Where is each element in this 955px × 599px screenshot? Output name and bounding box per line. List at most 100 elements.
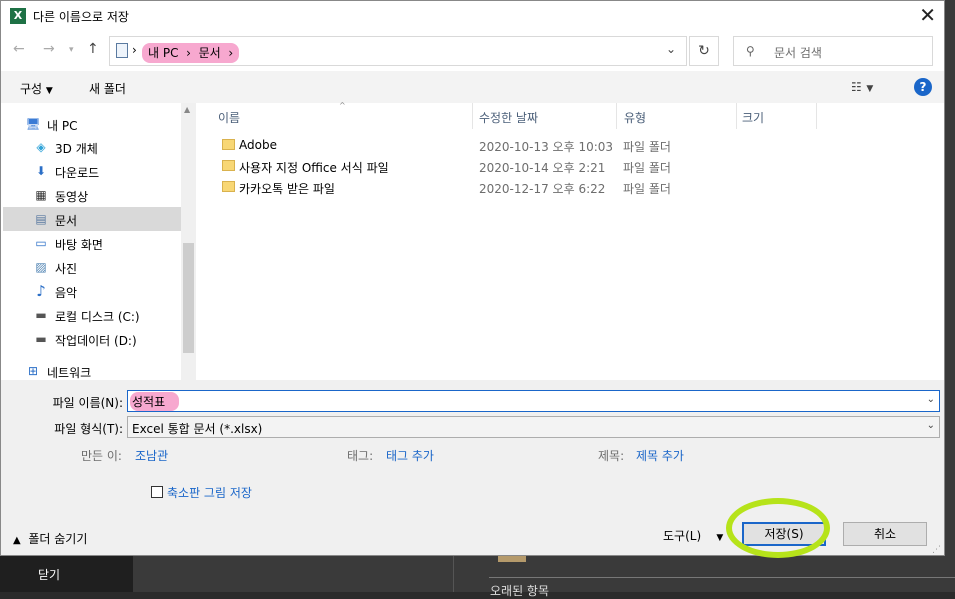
nav-item-label: 로컬 디스크 (C:) [55, 310, 140, 324]
folder-icon [222, 139, 235, 150]
hide-folders-button[interactable]: ▲ 폴더 숨기기 [13, 530, 87, 547]
organize-button[interactable]: 구성 ▼ [20, 80, 53, 97]
hide-folders-label: 폴더 숨기기 [28, 532, 88, 546]
column-header-type[interactable]: 유형 [624, 109, 646, 126]
filetype-value: Excel 통합 문서 (*.xlsx) [132, 422, 263, 436]
nav-item-videos[interactable]: ▦ 동영상 [3, 183, 181, 207]
folder-icon [222, 160, 235, 171]
nav-item-downloads[interactable]: ⬇ 다운로드 [3, 159, 181, 183]
nav-item-label: 작업데이터 (D:) [55, 334, 137, 348]
nav-item-this-pc[interactable]: 🖥 내 PC [3, 112, 181, 136]
drive-icon: ▬ [35, 332, 47, 346]
file-modified: 2020-12-17 오후 6:22 [479, 182, 606, 196]
command-bar: 구성 ▼ 새 폴더 ☷ ▼ ? [1, 71, 944, 104]
breadcrumb-separator-icon[interactable]: › [132, 43, 137, 57]
back-arrow-icon[interactable]: ← [13, 41, 25, 57]
network-icon: ⊞ [27, 364, 39, 378]
tools-button[interactable]: 도구(L) ▼ [663, 527, 723, 544]
scrollbar-thumb[interactable] [183, 243, 194, 353]
filename-field[interactable]: 성적표 ⌄ [127, 390, 940, 412]
file-type: 파일 폴더 [623, 140, 671, 154]
recent-locations-chevron-icon[interactable]: ▾ [69, 45, 74, 55]
cancel-button[interactable]: 취소 [843, 522, 927, 546]
filetype-label: 파일 형식(T): [54, 422, 123, 436]
chevron-down-icon: ▼ [716, 533, 724, 543]
background-close-panel[interactable]: 닫기 [0, 556, 133, 592]
breadcrumb-this-pc[interactable]: 내 PC [148, 46, 178, 60]
nav-item-label: 내 PC [47, 119, 78, 133]
nav-item-desktop[interactable]: ▭ 바탕 화면 [3, 231, 181, 255]
close-icon[interactable]: ✕ [919, 3, 936, 27]
resize-grip-icon[interactable]: ⋰ [932, 545, 941, 555]
file-name: 카카오톡 받은 파일 [239, 182, 335, 196]
nav-item-label: 문서 [55, 214, 78, 228]
nav-item-pictures[interactable]: ▨ 사진 [3, 255, 181, 279]
navigation-row: ← → ▾ ↑ › 내 PC › 문서 › ⌄ ↻ ⚲ 문서 검색 [1, 31, 944, 71]
file-type: 파일 폴더 [623, 182, 671, 196]
desktop-icon: ▭ [35, 236, 47, 250]
nav-item-music[interactable]: ♪ 음악 [3, 279, 181, 303]
nav-item-label: 바탕 화면 [55, 238, 103, 252]
background-panel [133, 556, 453, 592]
chevron-down-icon[interactable]: ⌄ [927, 420, 935, 431]
scroll-up-icon[interactable]: ▲ [184, 105, 190, 114]
save-thumbnail-label[interactable]: 축소판 그림 저장 [167, 484, 252, 501]
up-arrow-icon[interactable]: ↑ [87, 41, 99, 57]
chevron-down-icon[interactable]: ⌄ [927, 394, 935, 405]
navigation-pane: 🖥 내 PC ◈ 3D 개체 ⬇ 다운로드 ▦ 동영상 ▤ 문서 ▭ 바탕 화면… [1, 103, 181, 380]
file-type: 파일 폴더 [623, 161, 671, 175]
file-modified: 2020-10-14 오후 2:21 [479, 161, 606, 175]
new-folder-button[interactable]: 새 폴더 [89, 80, 126, 97]
navigation-scrollbar[interactable]: ▲ [181, 103, 196, 380]
filetype-select[interactable]: Excel 통합 문서 (*.xlsx) ⌄ [127, 416, 940, 438]
tags-input[interactable]: 태그 추가 [386, 447, 434, 464]
title-label: 제목: [598, 449, 625, 463]
title-input[interactable]: 제목 추가 [636, 447, 684, 464]
search-placeholder[interactable]: 문서 검색 [774, 44, 822, 61]
music-icon: ♪ [36, 282, 46, 300]
nav-item-label: 음악 [55, 286, 78, 300]
filename-value[interactable]: 성적표 [130, 392, 180, 411]
file-modified: 2020-10-13 오후 10:03 [479, 140, 614, 154]
breadcrumb-separator-icon[interactable]: › [225, 46, 233, 60]
help-icon[interactable]: ? [914, 78, 932, 96]
column-divider[interactable] [816, 103, 817, 129]
save-as-dialog: X 다른 이름으로 저장 ✕ ← → ▾ ↑ › 내 PC › 문서 › ⌄ ↻… [0, 0, 945, 556]
file-row[interactable]: Adobe 2020-10-13 오후 10:03 파일 폴더 [216, 136, 916, 156]
breadcrumb-highlight: 내 PC › 문서 › [142, 43, 240, 63]
nav-item-data-d[interactable]: ▬ 작업데이터 (D:) [3, 327, 181, 351]
nav-item-label: 동영상 [55, 190, 89, 204]
refresh-button[interactable]: ↻ [689, 36, 719, 66]
background-close-label[interactable]: 닫기 [38, 566, 60, 583]
nav-item-documents[interactable]: ▤ 문서 [3, 207, 181, 231]
filename-label: 파일 이름(N): [52, 396, 123, 410]
nav-item-3d-objects[interactable]: ◈ 3D 개체 [3, 135, 181, 159]
nav-item-label: 다운로드 [55, 166, 100, 180]
column-header-modified[interactable]: 수정한 날짜 [479, 109, 538, 126]
search-box[interactable]: ⚲ 문서 검색 [733, 36, 933, 66]
document-location-icon [116, 43, 128, 58]
save-thumbnail-checkbox[interactable] [151, 486, 163, 498]
file-row[interactable]: 카카오톡 받은 파일 2020-12-17 오후 6:22 파일 폴더 [216, 178, 916, 198]
column-divider[interactable] [472, 103, 473, 129]
video-icon: ▦ [35, 188, 47, 202]
nav-item-label: 3D 개체 [55, 142, 98, 156]
breadcrumb-separator-icon[interactable]: › [182, 46, 194, 60]
annotation-circle [726, 498, 830, 558]
breadcrumb-documents[interactable]: 문서 [199, 46, 221, 60]
author-value[interactable]: 조남관 [135, 447, 168, 464]
file-row[interactable]: 사용자 지정 Office 서식 파일 2020-10-14 오후 2:21 파… [216, 157, 916, 177]
pc-icon: 🖥 [25, 117, 41, 131]
column-header-size[interactable]: 크기 [742, 109, 764, 126]
nav-item-local-disk-c[interactable]: ▬ 로컬 디스크 (C:) [3, 303, 181, 327]
column-header-name[interactable]: 이름 [218, 109, 240, 126]
address-dropdown-icon[interactable]: ⌄ [666, 42, 676, 56]
dialog-title: 다른 이름으로 저장 [33, 10, 129, 24]
sort-ascending-icon: ^ [339, 101, 346, 110]
column-divider[interactable] [616, 103, 617, 129]
address-bar[interactable]: › 내 PC › 문서 › ⌄ [109, 36, 687, 66]
column-divider[interactable] [736, 103, 737, 129]
organize-label: 구성 [20, 82, 43, 96]
forward-arrow-icon[interactable]: → [43, 41, 55, 57]
view-options-icon[interactable]: ☷ ▼ [851, 80, 873, 94]
